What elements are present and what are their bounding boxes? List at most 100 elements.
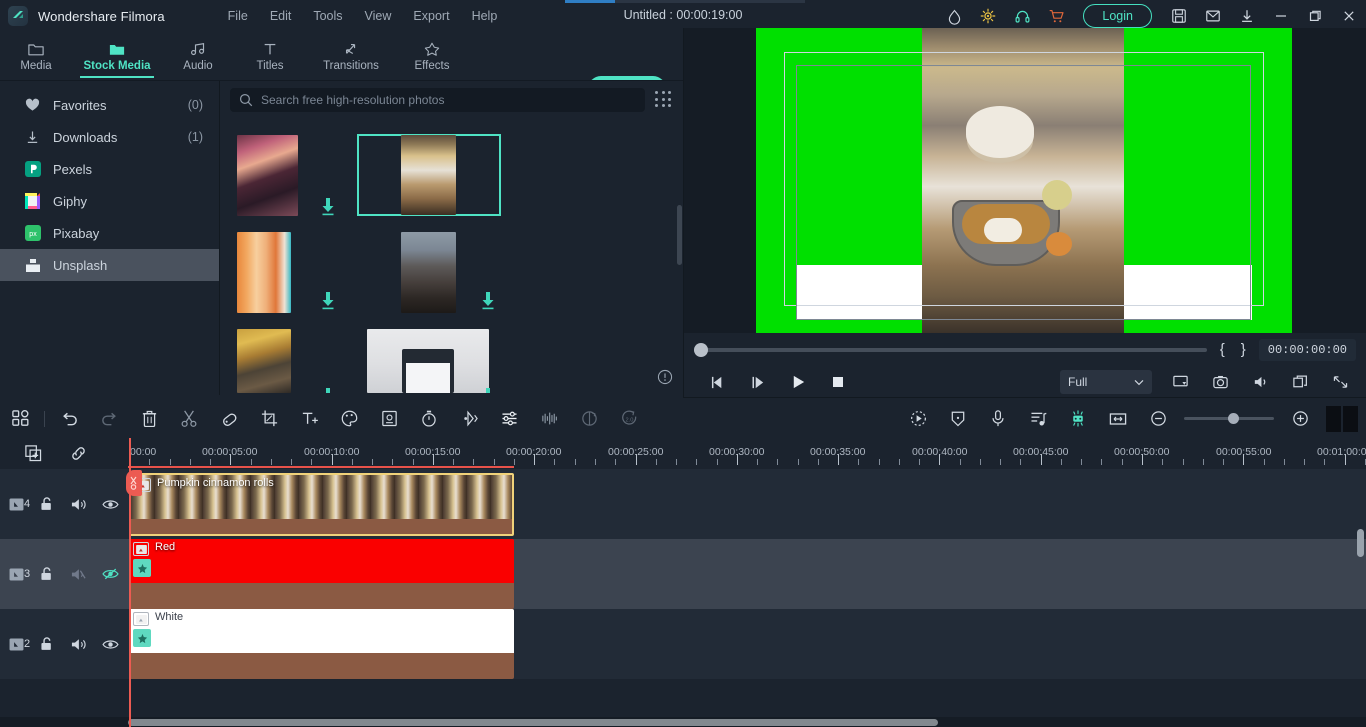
info-icon[interactable] bbox=[657, 369, 673, 385]
menu-help[interactable]: Help bbox=[461, 5, 509, 27]
play-button[interactable] bbox=[778, 366, 818, 398]
prev-frame-button[interactable] bbox=[698, 366, 738, 398]
mark-out-button[interactable]: } bbox=[1238, 341, 1249, 358]
add-track-icon[interactable] bbox=[24, 444, 43, 463]
grid-view-icon[interactable] bbox=[655, 91, 673, 109]
redo-icon[interactable] bbox=[89, 399, 129, 438]
stock-thumb-pumpkin-cinnamon-rolls[interactable] bbox=[401, 135, 456, 215]
sidebar-item-pixabay[interactable]: px Pixabay bbox=[0, 217, 219, 249]
stabilize-icon[interactable] bbox=[938, 399, 978, 438]
timeline-vertical-scrollbar[interactable] bbox=[1357, 529, 1364, 557]
track-mute-icon[interactable] bbox=[62, 469, 94, 539]
menu-edit[interactable]: Edit bbox=[259, 5, 303, 27]
project-media-icon[interactable] bbox=[0, 399, 40, 438]
stock-thumb-mountain-landscape[interactable] bbox=[401, 232, 456, 313]
fit-timeline-icon[interactable] bbox=[1098, 399, 1138, 438]
track-lock-icon[interactable] bbox=[30, 609, 62, 679]
sidebar-item-giphy[interactable]: Giphy bbox=[0, 185, 219, 217]
motion-tracking-icon[interactable] bbox=[898, 399, 938, 438]
zoom-out-icon[interactable] bbox=[1138, 399, 1178, 438]
track-body-2[interactable]: White bbox=[128, 609, 1366, 679]
download-button[interactable] bbox=[480, 291, 496, 311]
search-input[interactable] bbox=[261, 93, 636, 107]
tab-media[interactable]: Media bbox=[0, 32, 72, 80]
track-lock-icon[interactable] bbox=[30, 469, 62, 539]
mask-icon[interactable] bbox=[369, 399, 409, 438]
keyframe-icon[interactable] bbox=[449, 399, 489, 438]
delete-icon[interactable] bbox=[129, 399, 169, 438]
timeline-clip-white[interactable]: White bbox=[129, 609, 514, 679]
tab-titles[interactable]: Titles bbox=[234, 32, 306, 80]
tab-stock-media[interactable]: Stock Media bbox=[72, 32, 162, 80]
audio-mixer-icon[interactable] bbox=[1018, 399, 1058, 438]
menu-tools[interactable]: Tools bbox=[302, 5, 353, 27]
timeline-ruler[interactable]: 00:00 00:00:05:00 00:00:10:00 00:00:15:0… bbox=[128, 438, 1366, 469]
audio-detach-icon[interactable] bbox=[529, 399, 569, 438]
seek-handle[interactable] bbox=[694, 342, 708, 357]
preview-canvas[interactable] bbox=[756, 28, 1292, 333]
preview-seekbar[interactable] bbox=[694, 342, 1207, 357]
next-frame-button[interactable] bbox=[738, 366, 778, 398]
login-button[interactable]: Login bbox=[1083, 4, 1152, 28]
add-text-icon[interactable] bbox=[289, 399, 329, 438]
color-palette-icon[interactable] bbox=[329, 399, 369, 438]
preview-quality-select[interactable]: Full bbox=[1060, 370, 1152, 394]
stock-thumb-autumn-portrait[interactable] bbox=[237, 329, 291, 393]
track-mute-icon[interactable] bbox=[62, 539, 94, 609]
download-button[interactable] bbox=[320, 387, 336, 393]
track-body-4[interactable]: Pumpkin cinnamon rolls bbox=[128, 469, 1366, 539]
rotate-icon[interactable] bbox=[569, 399, 609, 438]
tab-transitions[interactable]: Transitions bbox=[306, 32, 396, 80]
download-button[interactable] bbox=[320, 197, 336, 217]
preview-timecode[interactable]: 00:00:00:00 bbox=[1258, 338, 1356, 361]
zoom-slider-handle[interactable] bbox=[1228, 413, 1239, 424]
zoom-in-icon[interactable] bbox=[1280, 399, 1320, 438]
timeline-horizontal-scrollbar-thumb[interactable] bbox=[128, 719, 938, 726]
tab-effects[interactable]: Effects bbox=[396, 32, 468, 80]
track-visibility-icon[interactable] bbox=[94, 539, 126, 609]
clip-effect-badge[interactable] bbox=[133, 629, 151, 647]
speed-icon[interactable] bbox=[409, 399, 449, 438]
browser-scrollbar[interactable] bbox=[677, 205, 682, 265]
sidebar-item-downloads[interactable]: Downloads (1) bbox=[0, 121, 219, 153]
zoom-slider[interactable] bbox=[1184, 413, 1274, 424]
display-settings-icon[interactable] bbox=[1160, 366, 1200, 398]
snapshot-icon[interactable] bbox=[1200, 366, 1240, 398]
menu-view[interactable]: View bbox=[354, 5, 403, 27]
mark-in-button[interactable]: { bbox=[1217, 341, 1228, 358]
sidebar-item-unsplash[interactable]: Unsplash bbox=[0, 249, 219, 281]
adjust-sliders-icon[interactable] bbox=[489, 399, 529, 438]
download-button[interactable] bbox=[480, 387, 496, 393]
split-scissors-icon[interactable] bbox=[169, 399, 209, 438]
track-visibility-icon[interactable] bbox=[94, 469, 126, 539]
search-box[interactable] bbox=[230, 88, 645, 112]
stock-thumb-orange-paint-texture[interactable] bbox=[237, 232, 291, 313]
volume-icon[interactable] bbox=[1240, 366, 1280, 398]
undo-icon[interactable] bbox=[49, 399, 89, 438]
menu-export[interactable]: Export bbox=[402, 5, 460, 27]
pop-out-icon[interactable] bbox=[1280, 366, 1320, 398]
crop-icon[interactable] bbox=[249, 399, 289, 438]
auto-reframe-icon[interactable]: 2.0 bbox=[609, 399, 649, 438]
track-body-3[interactable]: Red bbox=[128, 539, 1366, 609]
marker-tag-icon[interactable] bbox=[209, 399, 249, 438]
track-mute-icon[interactable] bbox=[62, 609, 94, 679]
track-lock-icon[interactable] bbox=[30, 539, 62, 609]
sidebar-item-favorites[interactable]: Favorites (0) bbox=[0, 89, 219, 121]
record-voiceover-icon[interactable] bbox=[978, 399, 1018, 438]
timeline-clip-red[interactable]: Red bbox=[129, 539, 514, 609]
download-button[interactable] bbox=[320, 291, 336, 311]
stop-button[interactable] bbox=[818, 366, 858, 398]
render-preview-icon[interactable] bbox=[1326, 405, 1360, 432]
tab-audio[interactable]: Audio bbox=[162, 32, 234, 80]
link-icon[interactable] bbox=[69, 444, 88, 463]
menu-file[interactable]: File bbox=[217, 5, 259, 27]
playhead-handle[interactable] bbox=[126, 470, 142, 496]
sidebar-item-pexels[interactable]: Pexels bbox=[0, 153, 219, 185]
timeline-clip-pumpkin-cinnamon-rolls[interactable]: Pumpkin cinnamon rolls bbox=[129, 473, 514, 536]
track-visibility-icon[interactable] bbox=[94, 609, 126, 679]
fullscreen-icon[interactable] bbox=[1320, 366, 1360, 398]
stock-thumb-dj-mixer[interactable] bbox=[237, 135, 298, 216]
green-screen-icon[interactable] bbox=[1058, 399, 1098, 438]
clip-effect-badge[interactable] bbox=[133, 559, 151, 577]
